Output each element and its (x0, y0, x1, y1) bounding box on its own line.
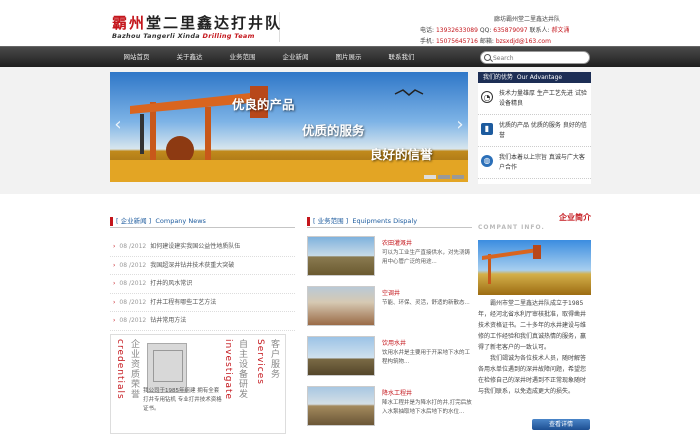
view-details-button[interactable]: 查看详情 (532, 419, 590, 430)
nav-item-gallery[interactable]: 图片展示 (322, 47, 375, 68)
equipment-item[interactable]: 饮用水井 饮用水井是主要用于开采地下水的工程构筑物... (307, 336, 472, 376)
nav-item-news[interactable]: 企业新闻 (269, 47, 322, 68)
banner-next-arrow[interactable]: › (454, 112, 466, 138)
nav-item-business[interactable]: 业务范围 (216, 47, 269, 68)
contact-info: 廊坊霸州堂二里鑫达井队 电话: 13932633089 QQ: 63587909… (420, 14, 590, 47)
contact-name: 郝文涌 (551, 27, 570, 34)
banner-prev-arrow[interactable]: ‹ (112, 112, 124, 138)
water-well-image (307, 336, 375, 376)
news-item[interactable]: › 08 /2012 打井的风水常识 (110, 275, 295, 294)
banner-line-2: 优质的服务 (302, 123, 365, 138)
nav-item-home[interactable]: 网站首页 (110, 47, 163, 68)
banner-illustration (110, 86, 468, 182)
bird-silhouette (394, 89, 424, 96)
equipment-item[interactable]: 农田灌溉井 可以为工业生产直接供水，对先浇铸用中心管广泛的用途... (307, 236, 472, 276)
intro-title: 企业简介 (559, 213, 591, 222)
arrow-icon: › (113, 243, 116, 250)
dewatering-well-image (307, 386, 375, 426)
investigate-label-cn[interactable]: 自主设备研发 (237, 339, 247, 399)
credentials-desc: 我公司于1985年组建 拥有全套打井专用钻机 专业打井技术资格证书。 (143, 388, 222, 412)
intro-image (478, 240, 591, 295)
search-input[interactable] (493, 53, 583, 63)
equipment-item[interactable]: 空调井 节能、环保、灵活，舒适的新散态... (307, 286, 472, 326)
banner-line-1: 优良的产品 (232, 97, 295, 112)
certificate-image (147, 343, 187, 393)
mobile-number: 15075645716 (435, 38, 478, 45)
phone-number: 13932633089 (435, 27, 478, 34)
equipment-section-header: [ 业务范围 ] Equipments Dispaly (307, 216, 472, 228)
building-image (307, 286, 375, 326)
advantage-item: ▮ 优质的产品 优质的服务 良好的信誉 (478, 115, 591, 147)
services-label-cn[interactable]: 客户服务 (269, 339, 279, 379)
arrow-icon: › (113, 261, 116, 269)
news-item[interactable]: › 08 /2012 钻井常用方法 (110, 312, 295, 331)
nav-item-about[interactable]: 关于鑫达 (163, 47, 216, 68)
credentials-box[interactable]: credentials 企业资质荣誉 我公司于1985年组建 拥有全套打井专用钻… (110, 334, 286, 434)
site-logo[interactable]: 霸州堂二里鑫达打井队 Bazhou Tangerli Xinda Drillin… (110, 12, 280, 42)
news-item[interactable]: › 08 /2012 如何建设建实我国公益性地质队伍 (110, 238, 295, 257)
banner-pager (424, 175, 464, 179)
address: 廊坊霸州堂二里鑫达井队 (494, 16, 561, 23)
nav-items: 网站首页 关于鑫达 业务范围 企业新闻 图片展示 联系我们 (110, 47, 428, 68)
hero-banner[interactable]: 优良的产品 优质的服务 良好的信誉 ‹ › (110, 72, 468, 182)
logo-english: Bazhou Tangerli Xinda Drilling Team (112, 32, 255, 40)
logo-chinese: 霸州堂二里鑫达打井队 (112, 14, 283, 32)
news-section-header: [ 企业新闻 ] Company News (110, 216, 295, 228)
credentials-label-cn: 企业资质荣誉 (129, 339, 139, 399)
banner-dot-2[interactable] (438, 175, 450, 179)
email-address[interactable]: bzsxdjd@163.com (496, 38, 551, 45)
news-list: › 08 /2012 如何建设建实我国公益性地质队伍 › 08 /2012 我国超深井钻… (110, 238, 295, 331)
intro-title-en: COMPANT INFO. (478, 224, 545, 231)
gauge-icon: ◔ (481, 91, 493, 103)
banner-line-3: 良好的信誉 (370, 147, 433, 162)
chart-icon: ▮ (481, 123, 493, 135)
advantage-item: ◍ 我们本着以上宗旨 真诚与广大客户合作 (478, 147, 591, 179)
credentials-label-en: credentials (115, 339, 125, 400)
news-item[interactable]: › 08 /2012 我国超深井钻井技术获重大突破 (110, 257, 295, 275)
equipment-item[interactable]: 降水工程井 降水工程井是为降水打的井,打完后放入水泵抽取地下水后地下的水位... (307, 386, 472, 426)
advantage-panel: 我们的优势 Our Advantage ◔ 技术力量雄厚 生产工艺先进 试验设备… (478, 72, 591, 184)
search-icon[interactable] (484, 54, 491, 61)
arrow-icon: › (113, 298, 116, 306)
qq-number: 635879097 (493, 27, 528, 34)
drill-rig-image (307, 236, 375, 276)
nav-item-contact[interactable]: 联系我们 (375, 47, 428, 68)
header: 霸州堂二里鑫达打井队 Bazhou Tangerli Xinda Drillin… (0, 0, 700, 46)
advantage-header: 我们的优势 Our Advantage (478, 72, 591, 83)
main-nav: 网站首页 关于鑫达 业务范围 企业新闻 图片展示 联系我们 (0, 46, 700, 67)
search-box (480, 51, 590, 64)
wheat-field (110, 160, 468, 182)
arrow-icon: › (113, 317, 116, 324)
phone-line: 电话: 13932633089 QQ: 635879097 联系人: 郝文涌 (420, 27, 570, 34)
services-label-en[interactable]: Services (255, 339, 265, 385)
arrow-icon: › (113, 280, 116, 287)
banner-dot-1[interactable] (424, 175, 436, 179)
advantage-item: ◔ 技术力量雄厚 生产工艺先进 试验设备精良 (478, 83, 591, 115)
investigate-label-en[interactable]: investigate (223, 339, 233, 400)
intro-text: 霸州市堂二里鑫达井队成立于1985年，经河北省水利厅审核批准，取得凿井技术资格证… (478, 300, 587, 395)
page: 霸州堂二里鑫达打井队 Bazhou Tangerli Xinda Drillin… (0, 0, 700, 441)
globe-icon: ◍ (481, 155, 493, 167)
banner-dot-3[interactable] (452, 175, 464, 179)
news-item[interactable]: › 08 /2012 打井工程有哪些工艺方法 (110, 294, 295, 312)
